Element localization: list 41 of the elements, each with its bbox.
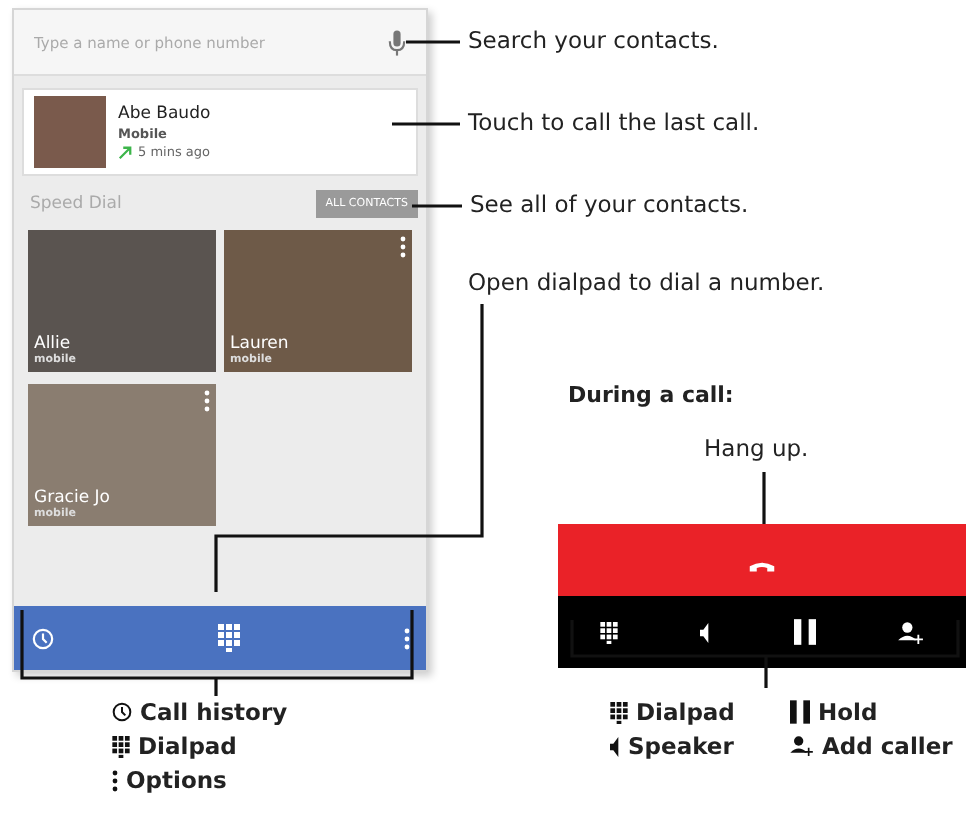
more-icon — [112, 769, 118, 791]
more-icon[interactable] — [400, 236, 406, 258]
legend-label: Hold — [818, 698, 878, 726]
clock-icon — [112, 702, 132, 722]
legend-label: Speaker — [628, 732, 734, 760]
leader-line — [392, 122, 460, 126]
speaker-icon[interactable] — [700, 621, 711, 643]
contact-name: Allie — [34, 334, 71, 354]
speaker-icon — [610, 735, 620, 757]
callout-text: Open dialpad to dial a number. — [468, 268, 825, 296]
legend-label: Call history — [140, 698, 288, 726]
leader-line — [406, 40, 460, 44]
pause-icon[interactable] — [793, 618, 816, 646]
section-title: During a call: — [568, 382, 734, 408]
legend-label: Dialpad — [636, 698, 735, 726]
microphone-icon[interactable] — [388, 29, 406, 55]
pause-icon — [790, 700, 810, 724]
legend-label: Options — [126, 766, 227, 794]
clock-icon[interactable] — [32, 627, 54, 649]
add-person-icon — [790, 736, 814, 756]
hang-up-icon[interactable] — [748, 559, 776, 573]
dialpad-icon[interactable] — [599, 621, 618, 643]
photo-placeholder — [34, 96, 106, 168]
leader-line — [412, 204, 462, 208]
callout-text: See all of your contacts. — [470, 190, 749, 218]
callout-text: Hang up. — [704, 434, 809, 462]
more-icon[interactable] — [204, 390, 210, 412]
section-title: Speed Dial — [30, 194, 122, 214]
legend-label: Dialpad — [138, 732, 237, 760]
dialpad-icon — [112, 735, 130, 757]
legend-label: Add caller — [822, 732, 953, 760]
contact-name: Lauren — [230, 334, 291, 354]
contact-name: Gracie Jo — [34, 488, 112, 508]
contact-name: Abe Baudo — [118, 104, 211, 124]
callout-text: Search your contacts. — [468, 26, 719, 54]
leader-line — [762, 472, 766, 524]
add-person-icon[interactable] — [898, 621, 925, 643]
callout-text: Touch to call the last call. — [468, 108, 760, 136]
more-icon[interactable] — [404, 627, 410, 649]
dialpad-icon — [610, 701, 628, 723]
outgoing-call-icon — [118, 145, 132, 159]
